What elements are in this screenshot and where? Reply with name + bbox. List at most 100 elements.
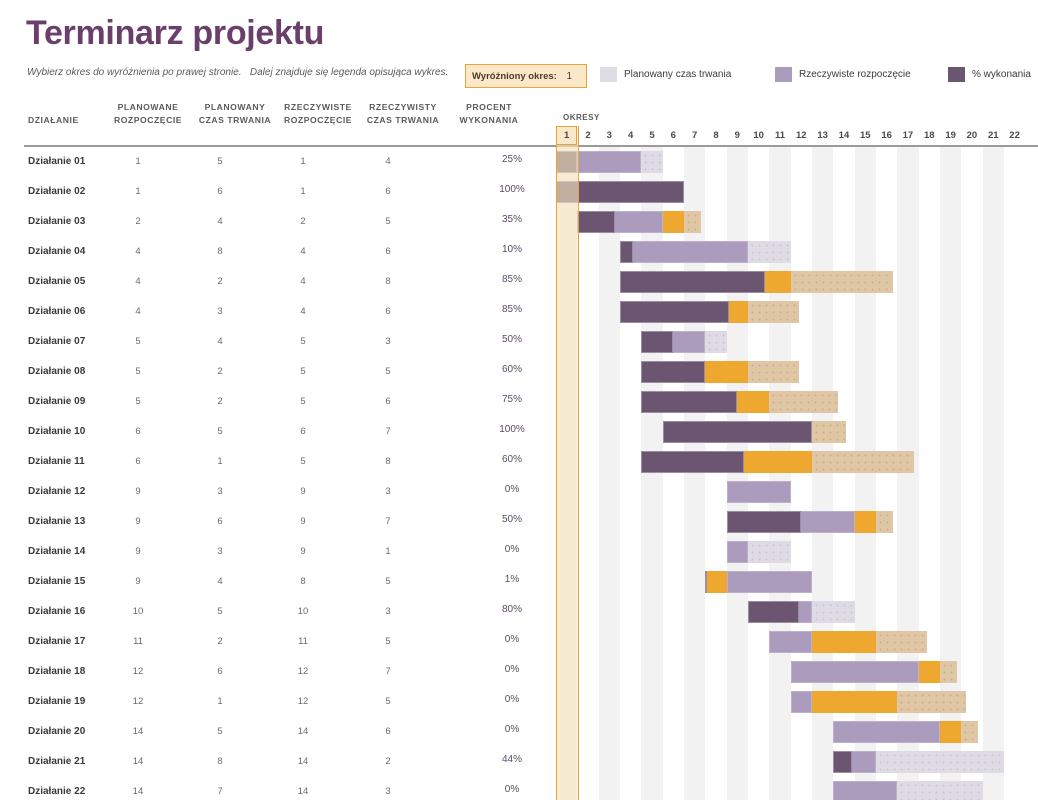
period-header-11[interactable]: 11 bbox=[769, 126, 790, 145]
task-name: Działanie 17 bbox=[28, 636, 86, 647]
percent-complete: 0% bbox=[504, 694, 520, 705]
planned-duration-bar bbox=[747, 541, 791, 563]
period-header-7[interactable]: 7 bbox=[684, 126, 705, 145]
actual-duration-bar bbox=[726, 571, 812, 593]
percent-complete: 25% bbox=[501, 154, 522, 165]
period-header-2[interactable]: 2 bbox=[577, 126, 598, 145]
table-row: Działanie 21 14 8 14 2 44% bbox=[0, 747, 556, 777]
actual-start: 14 bbox=[297, 786, 309, 797]
planned-start: 1 bbox=[135, 186, 141, 197]
actual-duration: 6 bbox=[385, 396, 391, 407]
actual-start: 9 bbox=[300, 516, 306, 527]
table-row: Działanie 10 6 5 6 7 100% bbox=[0, 417, 556, 447]
gantt-row bbox=[556, 147, 1038, 177]
table-row: Działanie 19 12 1 12 5 0% bbox=[0, 687, 556, 717]
period-header-8[interactable]: 8 bbox=[705, 126, 726, 145]
planned-start: 6 bbox=[135, 426, 141, 437]
highlighted-period-header[interactable]: 1 bbox=[556, 126, 578, 145]
actual-duration: 5 bbox=[385, 576, 391, 587]
planned-duration: 3 bbox=[217, 546, 223, 557]
task-name: Działanie 18 bbox=[28, 666, 86, 677]
period-header-15[interactable]: 15 bbox=[855, 126, 876, 145]
percent-complete: 85% bbox=[501, 274, 522, 285]
actual-start: 5 bbox=[300, 336, 306, 347]
actual-start: 2 bbox=[300, 216, 306, 227]
planned-start: 4 bbox=[135, 276, 141, 287]
actual-swatch-icon bbox=[775, 67, 792, 82]
gantt-row bbox=[556, 297, 1038, 327]
table-row: Działanie 18 12 6 12 7 0% bbox=[0, 657, 556, 687]
gantt-row bbox=[556, 657, 1038, 687]
period-header-6[interactable]: 6 bbox=[663, 126, 684, 145]
period-header-19[interactable]: 19 bbox=[940, 126, 961, 145]
actual-duration: 6 bbox=[385, 246, 391, 257]
period-header-row: 12345678910111213141516171819202122 bbox=[556, 126, 1038, 145]
plan-swatch-icon bbox=[600, 67, 617, 82]
actual-duration: 3 bbox=[385, 606, 391, 617]
actual-duration: 5 bbox=[385, 636, 391, 647]
period-header-9[interactable]: 9 bbox=[727, 126, 748, 145]
task-name: Działanie 14 bbox=[28, 546, 86, 557]
period-header-16[interactable]: 16 bbox=[876, 126, 897, 145]
period-header-20[interactable]: 20 bbox=[961, 126, 982, 145]
planned-start: 1 bbox=[135, 156, 141, 167]
legend-label: % wykonania bbox=[972, 69, 1031, 80]
planned-duration-bar bbox=[897, 781, 983, 800]
period-header-3[interactable]: 3 bbox=[599, 126, 620, 145]
task-name: Działanie 22 bbox=[28, 786, 86, 797]
period-header-22[interactable]: 22 bbox=[1004, 126, 1025, 145]
overrun-duration-bar bbox=[662, 211, 684, 233]
actual-start: 11 bbox=[298, 636, 308, 647]
planned-start: 9 bbox=[135, 486, 141, 497]
task-name: Działanie 15 bbox=[28, 576, 86, 587]
actual-duration-bar bbox=[619, 241, 748, 263]
percent-complete: 100% bbox=[499, 184, 525, 195]
actual-start: 9 bbox=[300, 486, 306, 497]
highlight-period-value[interactable]: 1 bbox=[566, 71, 586, 82]
percent-complete: 10% bbox=[501, 244, 522, 255]
actual-duration-bar bbox=[726, 481, 791, 503]
period-header-18[interactable]: 18 bbox=[919, 126, 940, 145]
percent-complete-bar bbox=[577, 211, 615, 233]
planned-duration: 3 bbox=[217, 306, 223, 317]
percent-complete: 80% bbox=[501, 604, 522, 615]
planned-duration: 2 bbox=[217, 636, 223, 647]
planned-start: 6 bbox=[135, 456, 141, 467]
planned-start: 2 bbox=[135, 216, 141, 227]
actual-duration: 8 bbox=[385, 276, 391, 287]
task-name: Działanie 02 bbox=[28, 186, 86, 197]
percent-complete: 85% bbox=[501, 304, 522, 315]
actual-duration: 5 bbox=[385, 216, 391, 227]
gantt-row bbox=[556, 267, 1038, 297]
period-header-5[interactable]: 5 bbox=[641, 126, 662, 145]
planned-start: 12 bbox=[132, 666, 144, 677]
percent-complete-bar bbox=[747, 601, 800, 623]
actual-duration: 6 bbox=[385, 186, 391, 197]
overrun-planned-bar bbox=[939, 661, 957, 683]
planned-duration: 1 bbox=[217, 456, 223, 467]
percent-complete: 0% bbox=[504, 784, 520, 795]
table-row: Działanie 03 2 4 2 5 35% bbox=[0, 207, 556, 237]
gantt-chart bbox=[556, 147, 1038, 800]
percent-complete-bar bbox=[619, 301, 729, 323]
actual-start: 5 bbox=[300, 456, 306, 467]
actual-start: 4 bbox=[300, 246, 306, 257]
gantt-row bbox=[556, 207, 1038, 237]
percent-complete-bar bbox=[833, 751, 853, 773]
period-header-13[interactable]: 13 bbox=[812, 126, 833, 145]
highlight-period-control[interactable]: Wyróżniony okres: 1 bbox=[465, 64, 587, 88]
gantt-row bbox=[556, 237, 1038, 267]
period-header-14[interactable]: 14 bbox=[833, 126, 854, 145]
planned-duration-bar bbox=[747, 241, 791, 263]
gantt-row bbox=[556, 417, 1038, 447]
period-header-12[interactable]: 12 bbox=[791, 126, 812, 145]
planned-start: 4 bbox=[135, 246, 141, 257]
legend-item-1: Rzeczywiste rozpoczęcie bbox=[775, 67, 911, 82]
period-header-21[interactable]: 21 bbox=[983, 126, 1004, 145]
gantt-row bbox=[556, 567, 1038, 597]
period-header-4[interactable]: 4 bbox=[620, 126, 641, 145]
percent-complete-bar bbox=[641, 391, 738, 413]
period-header-10[interactable]: 10 bbox=[748, 126, 769, 145]
period-header-17[interactable]: 17 bbox=[897, 126, 918, 145]
actual-start: 12 bbox=[297, 666, 309, 677]
